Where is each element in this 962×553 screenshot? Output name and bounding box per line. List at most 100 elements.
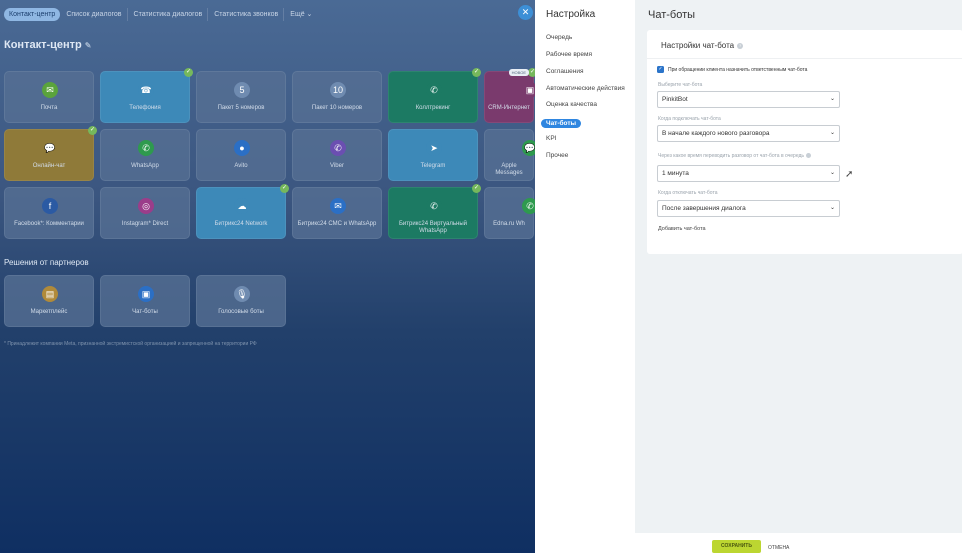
field-label: Когда подключать чат-бота — [658, 116, 721, 122]
tile-label: Пакет 10 номеров — [311, 105, 363, 111]
channel-tile[interactable]: ◎ Instagram* Direct — [100, 187, 190, 239]
phone-icon: ☎ — [138, 82, 154, 98]
settings-menu-item[interactable]: Автоматические действия — [546, 85, 625, 92]
channel-tile[interactable]: 5 Пакет 5 номеров — [196, 71, 286, 123]
channel-tile[interactable]: ✆ Коллтрекинг ✓ — [388, 68, 481, 123]
settings-menu-item[interactable]: Оценка качества — [546, 101, 597, 108]
channel-tile[interactable]: ✆ Viber — [292, 129, 382, 181]
tile-label: Telegram — [420, 163, 446, 169]
save-button[interactable]: СОХРАНИТЬ — [712, 540, 761, 553]
calltracking-icon: ✆ — [426, 82, 442, 98]
channel-tile[interactable]: ✆ Битрикс24 Виртуальный WhatsApp ✓ — [388, 184, 481, 239]
page-title: Контакт-центр ✎ — [4, 39, 91, 51]
tile-label: Instagram* Direct — [121, 221, 169, 227]
page-title-text: Контакт-центр — [4, 39, 82, 51]
select-dropdown[interactable]: PinkitBot ⌄ — [657, 91, 840, 108]
checkbox[interactable]: ✓ — [657, 66, 664, 73]
new-badge: НОВОЕ — [508, 69, 529, 76]
tile-label: Голосовые боты — [218, 309, 264, 315]
tile-label: Битрикс24 Network — [214, 221, 268, 227]
connected-check-icon: ✓ — [280, 184, 289, 193]
mail-icon: ✉ — [42, 82, 58, 98]
channel-tile[interactable]: ● Avito — [196, 129, 286, 181]
chevron-down-icon: ⌄ — [829, 205, 835, 211]
nav-tab-call-stats[interactable]: Статистика звонков — [209, 7, 285, 21]
field-label: Через какое время переводить разговор от… — [658, 153, 812, 159]
connected-check-icon: ✓ — [472, 184, 481, 193]
card-title-text: Настройки чат-бота — [661, 41, 735, 50]
whatsapp-icon: ✆ — [138, 140, 154, 156]
sms-icon: ✉ — [330, 198, 346, 214]
number-pack-icon: 5 — [234, 82, 250, 98]
channel-tile[interactable]: 10 Пакет 10 номеров — [292, 71, 382, 123]
tile-label: CRM-Интернет — [488, 105, 530, 111]
select-value: PinkitBot — [662, 96, 688, 103]
channel-tile[interactable]: ☎ Телефония ✓ — [100, 68, 193, 123]
help-icon[interactable]: ? — [737, 42, 744, 49]
microphone-icon: 🎙 — [234, 286, 250, 302]
field-label: Выберите чат-бота — [658, 82, 702, 88]
settings-menu-item[interactable]: KPI — [546, 135, 556, 142]
channel-tile[interactable]: ➤ Telegram — [388, 129, 478, 181]
tile-label: Битрикс24 СМС и WhatsApp — [297, 221, 377, 227]
tile-label: Маркетплейс — [30, 309, 68, 315]
edit-pencil-icon[interactable]: ✎ — [85, 41, 92, 50]
viber-icon: ✆ — [330, 140, 346, 156]
channel-tile[interactable]: 🎙 Голосовые боты — [196, 275, 286, 327]
connected-check-icon: ✓ — [184, 68, 193, 77]
channel-tile[interactable]: 💬 Apple Messages — [484, 129, 538, 181]
channel-tile[interactable]: ✉ Битрикс24 СМС и WhatsApp — [292, 187, 382, 239]
connected-check-icon: ✓ — [472, 68, 481, 77]
help-icon[interactable] — [806, 153, 812, 159]
channel-tile[interactable]: ▣ Чат-боты — [100, 275, 190, 327]
close-slider-button[interactable]: ✕ — [518, 5, 533, 20]
select-dropdown[interactable]: После завершения диалога ⌄ — [657, 200, 840, 217]
tile-label: Битрикс24 Виртуальный WhatsApp — [398, 221, 467, 234]
channel-tile[interactable]: ☁ Битрикс24 Network ✓ — [196, 184, 289, 239]
tile-label: Телефония — [129, 105, 161, 111]
nav-tab-contact-center[interactable]: Контакт-центр — [4, 7, 61, 21]
top-nav: Контакт-центр Список диалогов Статистика… — [0, 5, 318, 23]
chatbot-settings-card: Настройки чат-бота? ✓ При обращении клие… — [647, 30, 962, 254]
nav-tab-more[interactable]: Ещё ⌄ — [285, 7, 317, 21]
marketplace-icon: ▤ — [42, 286, 58, 302]
settings-menu-item[interactable]: Рабочее время — [546, 51, 592, 58]
settings-menu-item[interactable]: Прочее — [546, 152, 568, 159]
settings-menu-item[interactable]: Очередь — [546, 34, 572, 41]
bot-icon: ▣ — [138, 286, 154, 302]
channel-tile[interactable]: f Facebook*: Комментарии — [4, 187, 94, 239]
connected-check-icon: ✓ — [88, 126, 97, 135]
channel-tile[interactable]: ✆ WhatsApp — [100, 129, 190, 181]
nav-tab-dialog-stats[interactable]: Статистика диалогов — [129, 7, 209, 21]
settings-menu-item[interactable]: Чат-боты — [541, 119, 582, 128]
tile-label: Онлайн-чат — [32, 163, 66, 169]
chevron-down-icon: ⌄ — [829, 96, 835, 102]
cancel-button[interactable]: ОТМЕНА — [768, 545, 789, 551]
assign-chatbot-checkbox-row[interactable]: ✓ При обращении клиента назначить ответс… — [657, 66, 807, 73]
chat-icon: 💬 — [42, 140, 58, 156]
channel-tile[interactable]: 💬 Онлайн-чат ✓ — [4, 126, 97, 181]
whatsapp-icon: ✆ — [426, 198, 442, 214]
divider — [647, 58, 962, 59]
settings-menu-item[interactable]: Соглашения — [546, 68, 584, 75]
field-label-text: Когда отключать чат-бота — [658, 190, 718, 196]
tile-label: Пакет 5 номеров — [217, 105, 265, 111]
side-menu-title: Настройка — [546, 9, 596, 20]
select-dropdown[interactable]: В начале каждого нового разговора ⌄ — [657, 125, 840, 142]
channel-tile[interactable]: ✆ Edna.ru Wh — [484, 187, 538, 239]
tile-label: Avito — [234, 163, 248, 169]
channel-tile[interactable]: ▤ Маркетплейс — [4, 275, 94, 327]
channel-tile[interactable]: ✉ Почта — [4, 71, 94, 123]
tile-label: Коллтрекинг — [415, 105, 451, 111]
field-label-text: Выберите чат-бота — [658, 82, 703, 88]
nav-tab-dialog-list[interactable]: Список диалогов — [61, 7, 128, 21]
bottom-action-bar: СОХРАНИТЬ ОТМЕНА — [535, 533, 962, 553]
tile-label: Edna.ru Wh — [493, 221, 525, 227]
add-chatbot-link[interactable]: Добавить чат-бота — [658, 226, 706, 232]
select-dropdown[interactable]: 1 минута ⌄ — [657, 165, 840, 182]
cloud-icon: ☁ — [234, 198, 250, 214]
tile-label: Facebook*: Комментарии — [14, 221, 84, 227]
chevron-down-icon: ⌄ — [829, 130, 835, 136]
channel-tile[interactable]: ▣ CRM-Интернет ✓ НОВОЕ — [484, 68, 538, 123]
select-value: 1 минута — [662, 170, 689, 177]
